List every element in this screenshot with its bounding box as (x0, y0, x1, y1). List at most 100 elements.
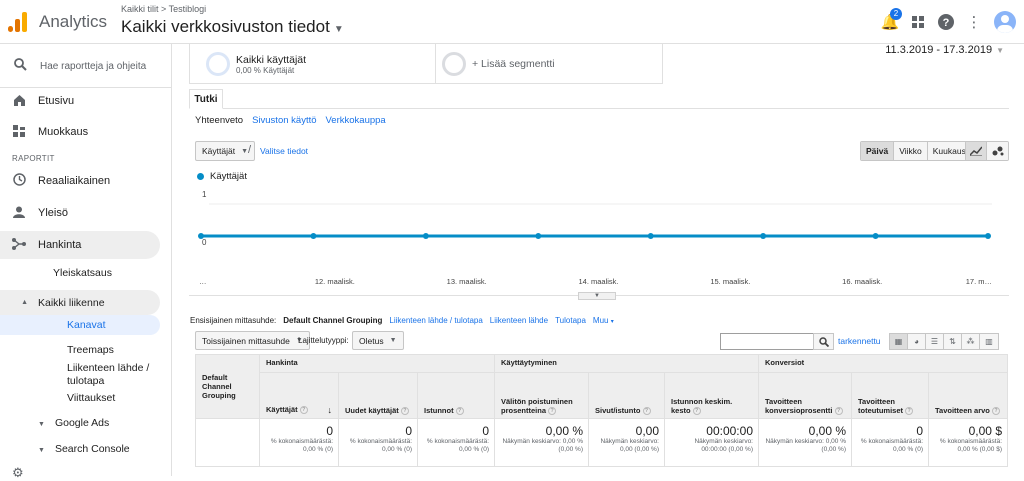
sidebar-item-all-traffic[interactable]: ▲ Kaikki liikenne (0, 290, 160, 315)
caret-down-icon: ▼ (389, 337, 397, 344)
divider (435, 44, 436, 84)
subtab-site-usage[interactable]: Sivuston käyttö (252, 115, 316, 126)
chart-legend: Käyttäjät (197, 171, 247, 182)
data-point (535, 233, 542, 239)
comparison-view-icon[interactable]: ⇅ (944, 334, 962, 349)
dimension-medium[interactable]: Tulotapa (555, 316, 586, 325)
help-icon[interactable]: ? (932, 8, 960, 36)
sidebar-search[interactable]: Hae raportteja ja ohjeita (0, 52, 172, 80)
period-week-button[interactable]: Viikko (894, 142, 928, 160)
segment-all-users[interactable]: Kaikki käyttäjät 0,00 % Käyttäjät (206, 48, 306, 80)
account-avatar[interactable] (994, 11, 1016, 33)
total-value: 0,00 $ (968, 424, 1002, 438)
sidebar-item-source-medium[interactable]: Liikenteen lähde / tulotapa (67, 362, 157, 388)
column-header-label: Istunnot (424, 405, 454, 415)
dimension-other[interactable]: Muu ▾ (593, 316, 614, 325)
column-header-sessions[interactable]: Istunnot ? (417, 372, 495, 419)
segment-ring-icon (442, 52, 466, 76)
view-selector[interactable]: Kaikki verkkosivuston tiedot ▼ (121, 17, 344, 37)
segment-subtitle: 0,00 % Käyttäjät (236, 65, 295, 75)
sidebar-item-channels[interactable]: Kanavat (0, 315, 160, 335)
analytics-logo[interactable] (8, 12, 30, 32)
total-cell: 0% kokonaismäärästä: 0,00 % (0) (338, 418, 418, 467)
settings-gear-icon[interactable]: ⚙ (12, 465, 24, 481)
date-range-picker[interactable]: 11.3.2019 - 17.3.2019 ▼ (885, 44, 1004, 56)
total-sub: Näkymän keskiarvo: 0,00 (0,00 %) (600, 438, 659, 453)
table-view-icon[interactable]: ▦ (890, 334, 908, 349)
table-search-button[interactable] (813, 333, 834, 350)
column-header-pages-per-session[interactable]: Sivut/istunto ? (588, 372, 665, 419)
sidebar-item-customize[interactable]: Muokkaus (0, 118, 160, 146)
data-point (985, 233, 991, 239)
data-point (872, 233, 879, 239)
help-icon[interactable]: ? (642, 407, 651, 415)
help-icon[interactable]: ? (299, 406, 308, 415)
help-icon[interactable]: ? (692, 407, 701, 415)
dimension-source-medium[interactable]: Liikenteen lähde / tulotapa (389, 316, 482, 325)
add-segment-button[interactable]: + Lisää segmentti (442, 48, 555, 80)
column-header-avg-session-duration[interactable]: Istunnon keskim. kesto ? (664, 372, 759, 419)
tab-explore[interactable]: Tutki (189, 89, 223, 109)
total-value: 0 (326, 424, 333, 438)
advanced-filter-link[interactable]: tarkennettu (838, 336, 881, 346)
total-value: 00:00:00 (706, 424, 753, 438)
sub-tabs: Yhteenveto Sivuston käyttö Verkkokauppa (195, 115, 386, 126)
help-icon[interactable]: ? (400, 407, 409, 415)
apps-grid-icon[interactable] (904, 8, 932, 36)
column-header-label: Tavoitteen toteutumiset (858, 396, 903, 415)
person-icon (0, 206, 38, 221)
column-header-users[interactable]: Käyttäjät ? ↓ (259, 372, 339, 419)
total-cell: 0,00 Näkymän keskiarvo: 0,00 (0,00 %) (588, 418, 665, 467)
sort-type-dropdown[interactable]: Oletus ▼ (352, 331, 404, 350)
line-chart-icon[interactable] (966, 142, 987, 160)
total-value: 0,00 (635, 424, 659, 438)
main-content: Kaikki käyttäjät 0,00 % Käyttäjät + Lisä… (173, 44, 1024, 476)
help-icon[interactable]: ? (834, 407, 843, 415)
column-header-bounce-rate[interactable]: Välitön poistuminen prosentteina ? (494, 372, 589, 419)
column-header-dimension[interactable]: Default Channel Grouping (195, 354, 260, 419)
subtab-ecommerce[interactable]: Verkkokauppa (326, 115, 386, 126)
chart-resize-handle[interactable]: ▼ (578, 292, 616, 300)
acquisition-icon (0, 237, 38, 253)
pivot-view-icon[interactable]: ▥ (980, 334, 998, 349)
pie-view-icon[interactable]: ◕ (908, 334, 926, 349)
sidebar-item-label: Kaikki liikenne (38, 296, 105, 309)
dimension-source[interactable]: Liikenteen lähde (490, 316, 548, 325)
column-header-goal-completions[interactable]: Tavoitteen toteutumiset ? (851, 372, 929, 419)
data-point (760, 233, 767, 239)
column-header-label: Uudet käyttäjät (345, 405, 399, 415)
column-header-goal-conversion-rate[interactable]: Tavoitteen konversioprosentti ? (758, 372, 852, 419)
secondary-dimension-dropdown[interactable]: Toissijainen mittasuhde ▼ (195, 331, 310, 350)
help-icon[interactable]: ? (905, 407, 914, 415)
select-metric-link[interactable]: Valitse tiedot (260, 146, 308, 156)
more-vert-icon[interactable]: ⋮ (960, 8, 988, 36)
y-tick-label: 1 (202, 190, 207, 199)
notifications-bell-icon[interactable]: 🔔 2 (876, 8, 904, 36)
performance-view-icon[interactable]: ☰ (926, 334, 944, 349)
dimension-default-channel[interactable]: Default Channel Grouping (283, 316, 382, 325)
help-icon[interactable]: ? (548, 407, 557, 415)
x-tick-label: 13. maalisk. (447, 277, 487, 286)
help-icon[interactable]: ? (991, 407, 1000, 415)
sidebar-item-label: Yleisö (38, 207, 68, 219)
help-icon[interactable]: ? (455, 407, 464, 415)
metric-dropdown[interactable]: Käyttäjät ▼ (195, 141, 256, 161)
motion-chart-icon[interactable] (987, 142, 1008, 160)
term-cloud-icon[interactable]: ⁂ (962, 334, 980, 349)
subtab-summary[interactable]: Yhteenveto (195, 115, 243, 126)
sidebar-item-audience[interactable]: Yleisö (0, 199, 160, 227)
column-header-new-users[interactable]: Uudet käyttäjät ? (338, 372, 418, 419)
total-sub: % kokonaismäärästä: 0,00 % (0) (860, 438, 923, 453)
breadcrumb[interactable]: Kaikki tilit > Testiblogi (121, 4, 206, 14)
sidebar-item-acquisition[interactable]: Hankinta (0, 231, 160, 259)
data-point (422, 233, 429, 239)
search-icon (0, 58, 40, 74)
column-header-goal-value[interactable]: Tavoitteen arvo ? (928, 372, 1008, 419)
period-day-button[interactable]: Päivä (861, 142, 895, 160)
caret-down-icon: ▼ (38, 421, 45, 428)
sidebar-item-realtime[interactable]: Reaaliaikainen (0, 167, 160, 195)
sidebar-item-label: Etusivu (38, 95, 75, 107)
total-sub: % kokonaismäärästä: 0,00 % (0) (349, 438, 412, 453)
sidebar-item-home[interactable]: Etusivu (0, 87, 160, 115)
total-value: 0 (916, 424, 923, 438)
